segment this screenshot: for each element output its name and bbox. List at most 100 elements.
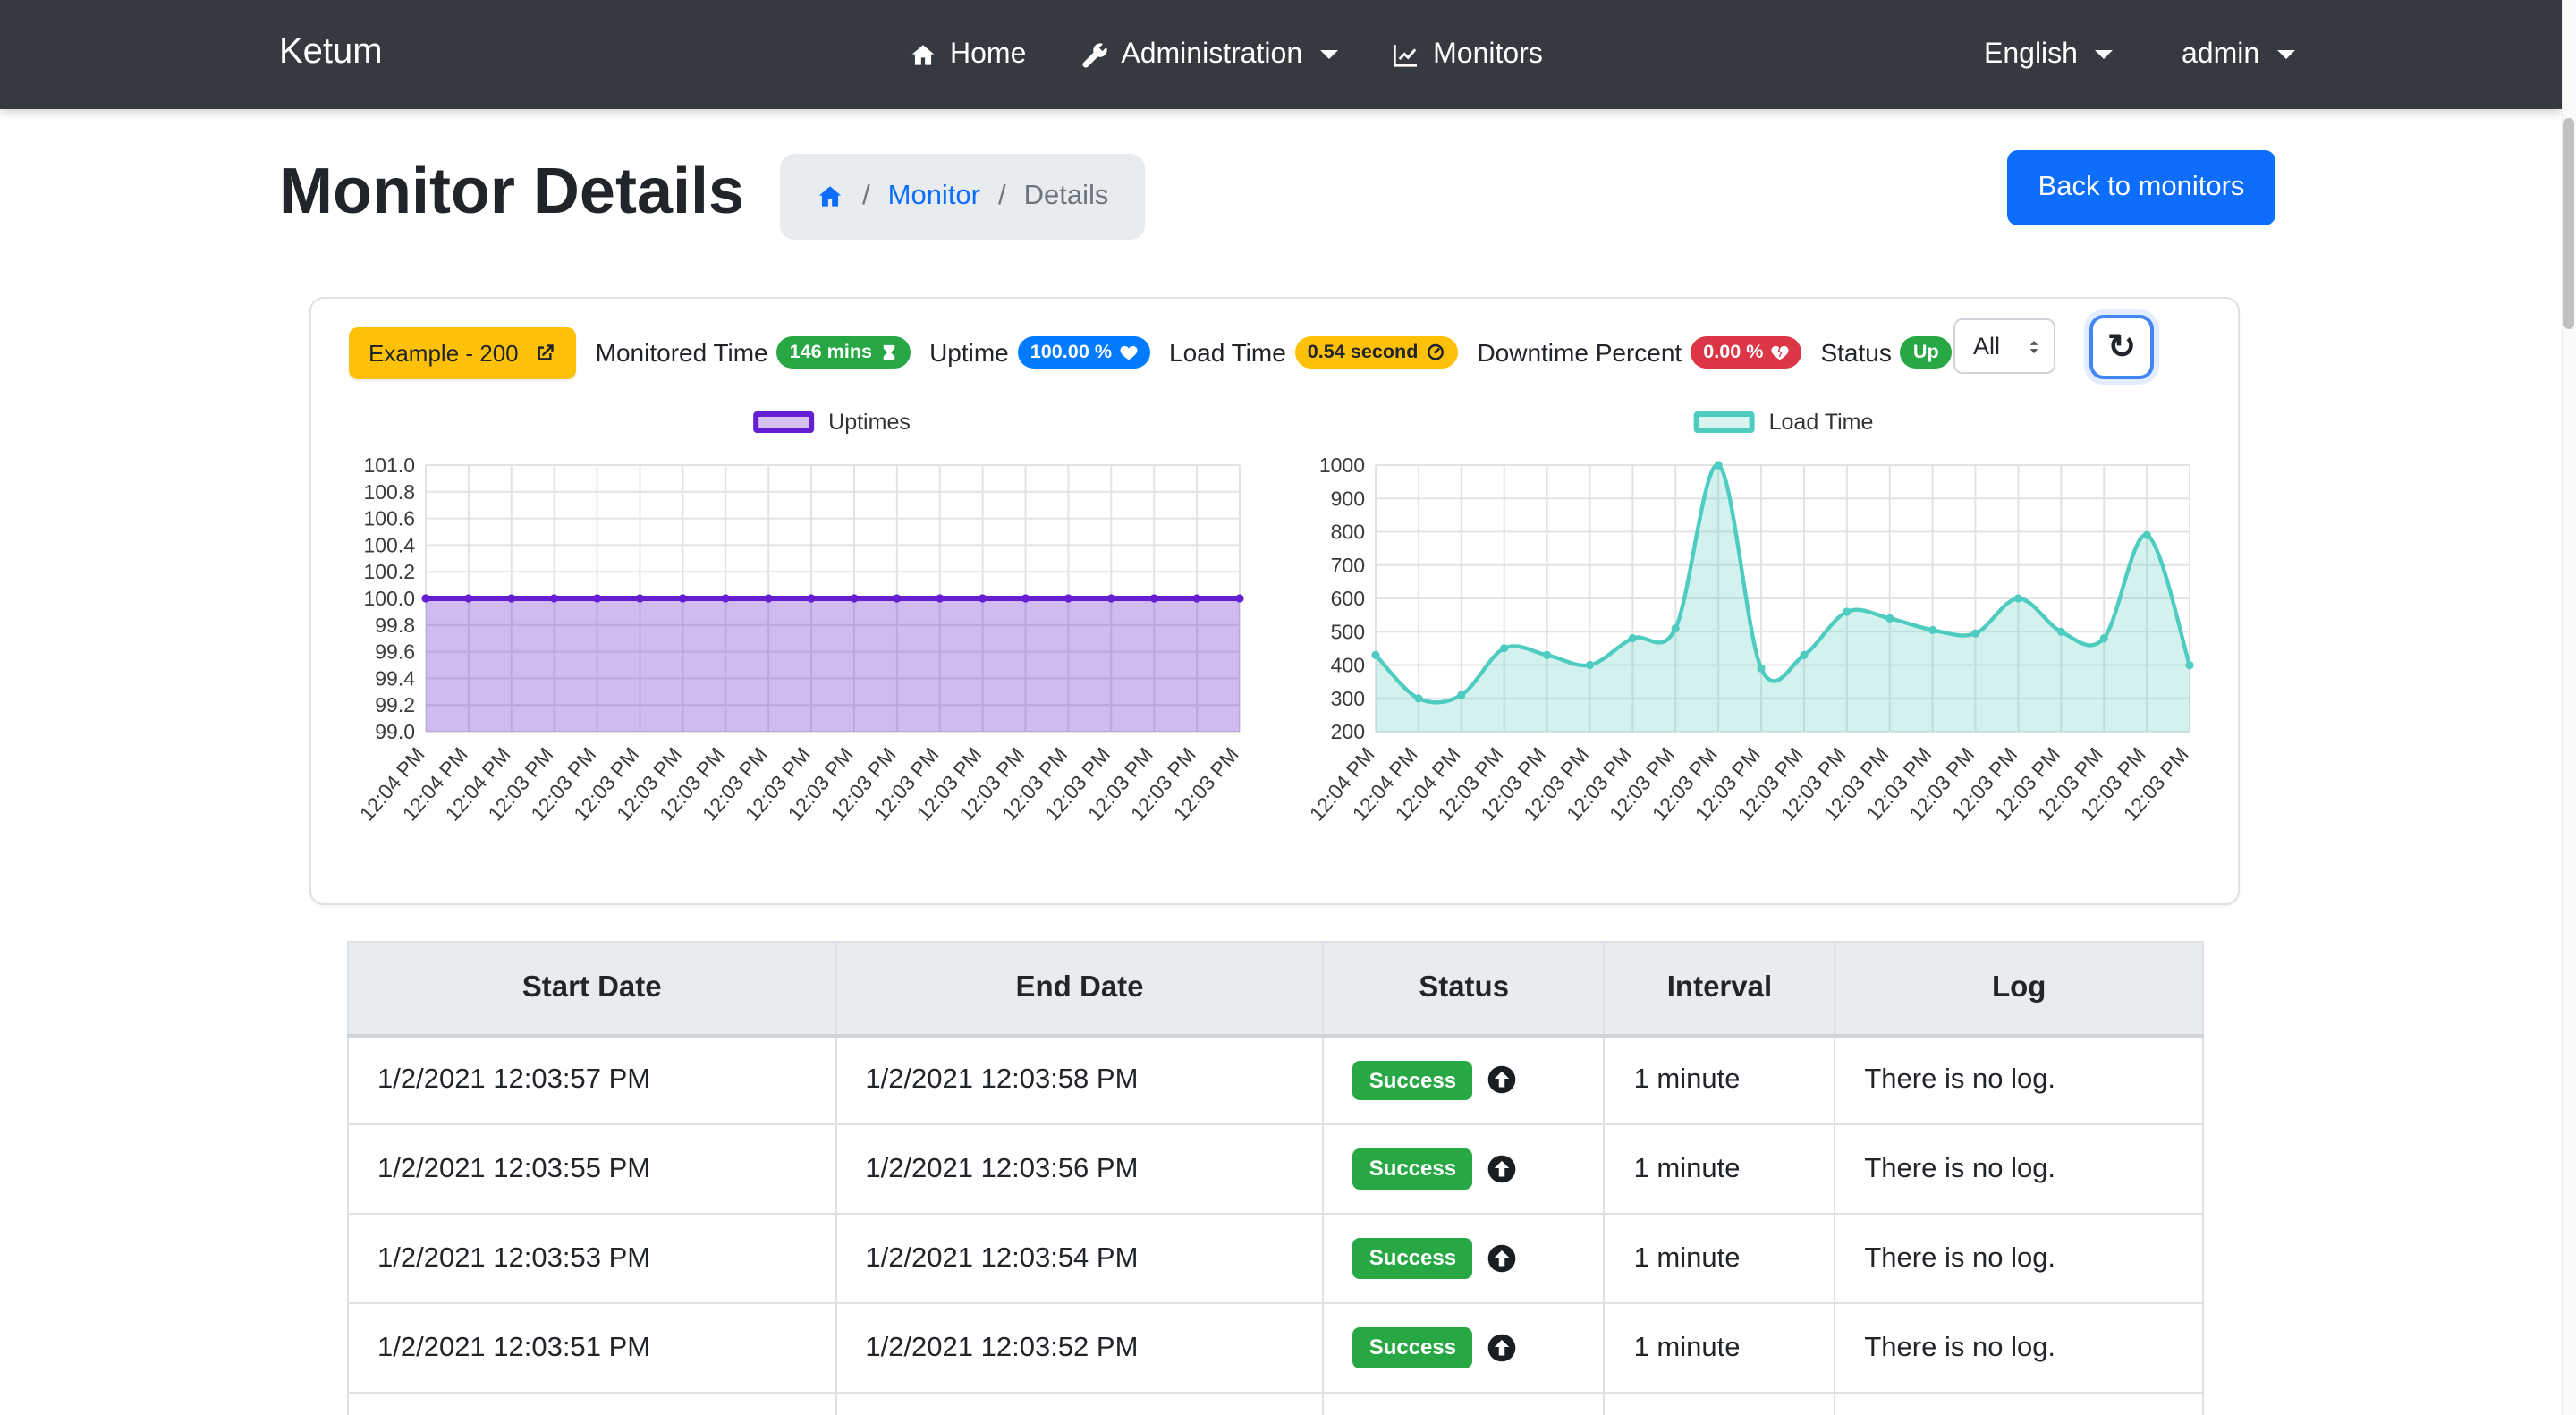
monitor-name-label: Example - 200	[369, 339, 519, 366]
select-arrows-icon	[2025, 334, 2043, 359]
uptimes-chart: 101.0100.8100.6100.4100.2100.099.899.699…	[351, 456, 1254, 869]
refresh-button[interactable]: ↻	[2089, 315, 2154, 379]
arrow-circle-up-icon	[1487, 1333, 1517, 1363]
language-label: English	[1984, 38, 2078, 71]
start-date-cell: 1/2/2021 12:03:55 PM	[348, 1124, 835, 1214]
downtime-percent-badge: 0.00 %	[1690, 335, 1801, 369]
scrollbar-thumb[interactable]	[2563, 118, 2574, 329]
nav-item-label: Administration	[1121, 38, 1302, 71]
svg-text:100.6: 100.6	[363, 507, 415, 530]
start-date-cell: 1/2/2021 12:03:51 PM	[348, 1303, 835, 1393]
table-row: 1/2/2021 12:03:53 PM1/2/2021 12:03:54 PM…	[348, 1214, 2203, 1303]
home-icon	[909, 40, 937, 69]
log-cell: There is no log.	[1835, 1124, 2203, 1214]
start-date-cell: 1/2/2021 12:03:57 PM	[348, 1035, 835, 1124]
status-cell: Success	[1324, 1303, 1605, 1393]
status-badge: Success	[1353, 1328, 1472, 1368]
stat-load-time: Load Time 0.54 second	[1169, 335, 1457, 369]
arrow-circle-up-icon	[1487, 1064, 1517, 1095]
svg-text:200: 200	[1331, 720, 1365, 743]
brand[interactable]: Ketum	[279, 32, 383, 73]
uptimes-legend[interactable]: Uptimes	[753, 410, 911, 435]
table-row: 1/2/2021 12:03:57 PM1/2/2021 12:03:58 PM…	[348, 1035, 2203, 1124]
monitor-details-page: Ketum Home Administration Monitors Engli…	[0, 0, 2576, 1415]
nav-item-monitors[interactable]: Monitors	[1392, 38, 1543, 71]
status-badge: Success	[1353, 1149, 1472, 1190]
svg-text:101.0: 101.0	[363, 453, 415, 477]
load-time-badge: 0.54 second	[1295, 335, 1458, 369]
range-select-value: All	[1973, 333, 2000, 360]
breadcrumb-current: Details	[1024, 181, 1109, 213]
stat-label: Status	[1820, 338, 1891, 367]
stat-label: Load Time	[1169, 338, 1286, 367]
svg-text:800: 800	[1331, 521, 1365, 544]
arrow-circle-up-icon	[1487, 1243, 1517, 1274]
home-icon[interactable]	[816, 182, 844, 211]
monitor-card: Example - 200 Monitored Time 146 mins Up…	[309, 297, 2240, 905]
svg-text:100.0: 100.0	[363, 587, 415, 610]
breadcrumb: / Monitor / Details	[780, 154, 1144, 240]
uptimes-legend-swatch	[753, 411, 814, 433]
svg-text:99.6: 99.6	[375, 640, 415, 664]
column-header: End Date	[835, 942, 1323, 1035]
status-badge: Success	[1353, 1239, 1472, 1279]
heart-crack-icon	[1770, 343, 1788, 361]
svg-text:600: 600	[1331, 587, 1365, 610]
navbar: Ketum Home Administration Monitors Engli…	[0, 0, 2562, 109]
back-to-monitors-button[interactable]: Back to monitors	[2007, 150, 2275, 225]
stat-uptime: Uptime 100.00 %	[929, 335, 1149, 369]
end-date-cell: 1/2/2021 12:03:54 PM	[835, 1214, 1323, 1303]
log-cell: There is no log.	[1835, 1214, 2203, 1303]
load-time-legend-swatch	[1694, 411, 1755, 433]
end-date-cell: 1/2/2021 12:03:56 PM	[835, 1124, 1323, 1214]
stat-label: Uptime	[929, 338, 1009, 367]
status-badge: Up	[1901, 335, 1952, 369]
user-label: admin	[2182, 38, 2259, 71]
status-cell: Success	[1324, 1124, 1605, 1214]
external-link-icon	[533, 341, 556, 364]
breadcrumb-monitor-link[interactable]: Monitor	[888, 181, 980, 213]
chevron-down-icon	[2277, 50, 2295, 59]
monitor-log-table-body: 1/2/2021 12:03:57 PM1/2/2021 12:03:58 PM…	[348, 1035, 2203, 1415]
column-header: Status	[1324, 942, 1605, 1035]
main-nav: Home Administration Monitors	[909, 0, 1543, 109]
uptimes-legend-label: Uptimes	[828, 410, 911, 435]
nav-item-label: Home	[950, 38, 1026, 71]
arrow-circle-up-icon	[1487, 1154, 1517, 1184]
uptime-badge: 100.00 %	[1018, 335, 1149, 369]
end-date-cell: 1/2/2021 12:03:52 PM	[835, 1303, 1323, 1393]
load-time-legend-label: Load Time	[1769, 410, 1874, 435]
column-header: Log	[1835, 942, 2203, 1035]
column-header: Start Date	[348, 942, 835, 1035]
table-row: 1/2/2021 12:03:55 PM1/2/2021 12:03:56 PM…	[348, 1124, 2203, 1214]
range-select[interactable]: All	[1953, 318, 2055, 374]
navbar-right: English admin	[1984, 0, 2295, 109]
user-dropdown[interactable]: admin	[2182, 38, 2295, 71]
language-dropdown[interactable]: English	[1984, 38, 2114, 71]
column-header: Interval	[1605, 942, 1835, 1035]
log-cell: There is no log.	[1835, 1303, 2203, 1393]
load-time-chart: 100090080070060050040030020012:04 PM12:0…	[1301, 456, 2204, 869]
interval-cell: 1 minute	[1605, 1303, 1835, 1393]
heart-icon	[1119, 343, 1137, 361]
status-cell: Success	[1324, 1214, 1605, 1303]
chart-icon	[1392, 40, 1420, 69]
svg-text:500: 500	[1331, 620, 1365, 643]
svg-text:900: 900	[1331, 487, 1365, 510]
svg-text:700: 700	[1331, 554, 1365, 577]
end-date-cell: 1/2/2021 12:03:58 PM	[835, 1035, 1323, 1124]
stat-label: Monitored Time	[596, 338, 768, 367]
load-time-legend[interactable]: Load Time	[1694, 410, 1874, 435]
svg-text:300: 300	[1331, 687, 1365, 710]
svg-text:1000: 1000	[1319, 453, 1365, 477]
page-title: Monitor Details	[279, 154, 744, 229]
table-row-partial	[348, 1393, 2203, 1415]
stat-downtime-percent: Downtime Percent 0.00 %	[1477, 335, 1801, 369]
start-date-cell: 1/2/2021 12:03:53 PM	[348, 1214, 835, 1303]
monitor-log-table: Start DateEnd DateStatusIntervalLog 1/2/…	[347, 941, 2204, 1415]
monitor-name-button[interactable]: Example - 200	[349, 326, 576, 378]
nav-item-administration[interactable]: Administration	[1080, 38, 1338, 71]
interval-cell: 1 minute	[1605, 1214, 1835, 1303]
nav-item-home[interactable]: Home	[909, 38, 1026, 71]
monitored-time-badge: 146 mins	[777, 335, 910, 369]
